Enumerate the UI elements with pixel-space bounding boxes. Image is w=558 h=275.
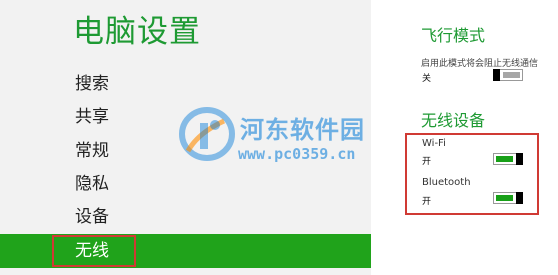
airplane-mode-toggle[interactable] xyxy=(493,69,523,81)
page-title: 电脑设置 xyxy=(73,14,201,50)
watermark-text: 河东软件园 xyxy=(240,116,365,144)
airplane-mode-description: 启用此模式将会阻止无线通信 xyxy=(421,59,539,69)
nav-item-label: 搜索 xyxy=(75,74,109,94)
nav-item-privacy[interactable]: 隐私 xyxy=(0,167,371,201)
nav-item-label: 常规 xyxy=(75,141,109,161)
highlight-box-wireless-nav xyxy=(52,235,136,267)
nav-item-label: 设备 xyxy=(75,207,109,227)
watermark-url: www.pc0359.cn xyxy=(238,145,356,163)
highlight-box-wireless-devices xyxy=(405,133,539,215)
nav-item-label: 隐私 xyxy=(75,174,109,194)
airplane-mode-title: 飞行模式 xyxy=(421,26,486,45)
nav-item-label: 共享 xyxy=(75,107,109,127)
toggle-knob xyxy=(493,69,500,81)
nav-item-search[interactable]: 搜索 xyxy=(0,67,371,101)
settings-window: 电脑设置 搜索 共享 常规 隐私 设备 无线 河东软件园 www.pc0359.… xyxy=(0,0,558,275)
toggle-track xyxy=(503,72,520,78)
watermark-logo-icon xyxy=(179,107,235,161)
nav-item-devices[interactable]: 设备 xyxy=(0,200,371,234)
wireless-devices-title: 无线设备 xyxy=(421,111,486,130)
airplane-mode-state: 关 xyxy=(422,74,432,84)
